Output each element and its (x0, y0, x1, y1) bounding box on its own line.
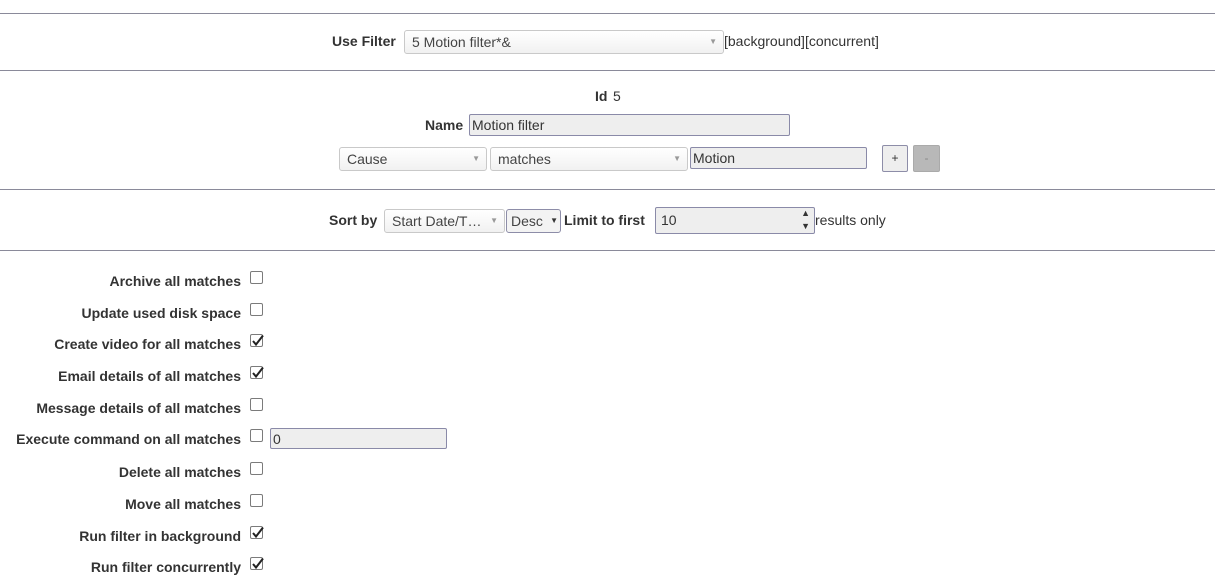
option-delete-checkbox[interactable] (250, 462, 263, 475)
chevron-down-icon: ▼ (709, 37, 717, 46)
spin-up-icon[interactable]: ▲ (801, 208, 810, 219)
chevron-down-icon: ▼ (490, 216, 498, 225)
option-execute-label: Execute command on all matches (16, 431, 241, 447)
checkmark-icon (252, 366, 264, 379)
divider (0, 13, 1215, 14)
limit-input[interactable]: 10 ▲ ▼ (655, 207, 815, 234)
option-concurrent-label: Run filter concurrently (90, 559, 241, 575)
option-email-checkbox[interactable] (250, 366, 264, 379)
filter-select-value: 5 Motion filter*& (412, 34, 511, 50)
option-archive-label: Archive all matches (109, 273, 241, 289)
term-attribute-select[interactable]: Cause ▼ (339, 147, 487, 171)
option-delete-label: Delete all matches (118, 464, 241, 480)
option-execute-checkbox[interactable] (250, 429, 263, 442)
filter-flags: [background][concurrent] (724, 33, 879, 49)
option-background-label: Run filter in background (79, 528, 241, 544)
option-message-checkbox[interactable] (250, 398, 263, 411)
sort-direction-select[interactable]: Desc ▼ (506, 209, 561, 233)
filter-page: Use Filter 5 Motion filter*& ▼ [backgrou… (0, 0, 1225, 584)
option-email-label: Email details of all matches (58, 368, 241, 384)
option-background-checkbox[interactable] (250, 526, 264, 539)
results-suffix: results only (815, 212, 886, 228)
divider (0, 70, 1215, 71)
term-value-input[interactable] (690, 147, 867, 169)
term-attribute-value: Cause (347, 151, 388, 167)
option-concurrent-checkbox[interactable] (250, 557, 264, 570)
checkmark-icon (252, 526, 264, 539)
sort-field-select[interactable]: Start Date/T… ▼ (384, 209, 505, 233)
option-archive-checkbox[interactable] (250, 271, 263, 284)
option-update-disk-label: Update used disk space (81, 305, 241, 321)
id-label: Id (595, 88, 608, 104)
checkmark-icon (252, 334, 264, 347)
name-input[interactable] (469, 114, 790, 136)
divider (0, 189, 1215, 190)
filter-select[interactable]: 5 Motion filter*& ▼ (404, 30, 724, 54)
execute-command-input[interactable] (270, 428, 447, 449)
sort-direction-value: Desc (511, 213, 543, 229)
checkmark-icon (252, 557, 264, 570)
option-update-disk-checkbox[interactable] (250, 303, 263, 316)
limit-label: Limit to first (564, 212, 645, 228)
spin-down-icon[interactable]: ▼ (801, 221, 810, 232)
sort-field-value: Start Date/T… (392, 213, 482, 229)
limit-value: 10 (661, 212, 677, 228)
chevron-down-icon: ▼ (472, 154, 480, 163)
option-message-label: Message details of all matches (36, 400, 241, 416)
option-create-video-checkbox[interactable] (250, 334, 264, 347)
name-label: Name (425, 117, 464, 133)
chevron-down-icon: ▼ (673, 154, 681, 163)
option-move-checkbox[interactable] (250, 494, 263, 507)
term-operator-value: matches (498, 151, 551, 167)
divider (0, 250, 1215, 251)
chevron-down-icon: ▼ (550, 216, 558, 225)
use-filter-label: Use Filter (332, 33, 396, 49)
id-value: 5 (613, 88, 621, 104)
option-create-video-label: Create video for all matches (54, 336, 241, 352)
option-move-label: Move all matches (125, 496, 241, 512)
sort-by-label: Sort by (329, 212, 378, 228)
term-operator-select[interactable]: matches ▼ (490, 147, 688, 171)
add-term-button[interactable]: + (882, 145, 908, 172)
remove-term-button[interactable]: - (913, 145, 940, 172)
